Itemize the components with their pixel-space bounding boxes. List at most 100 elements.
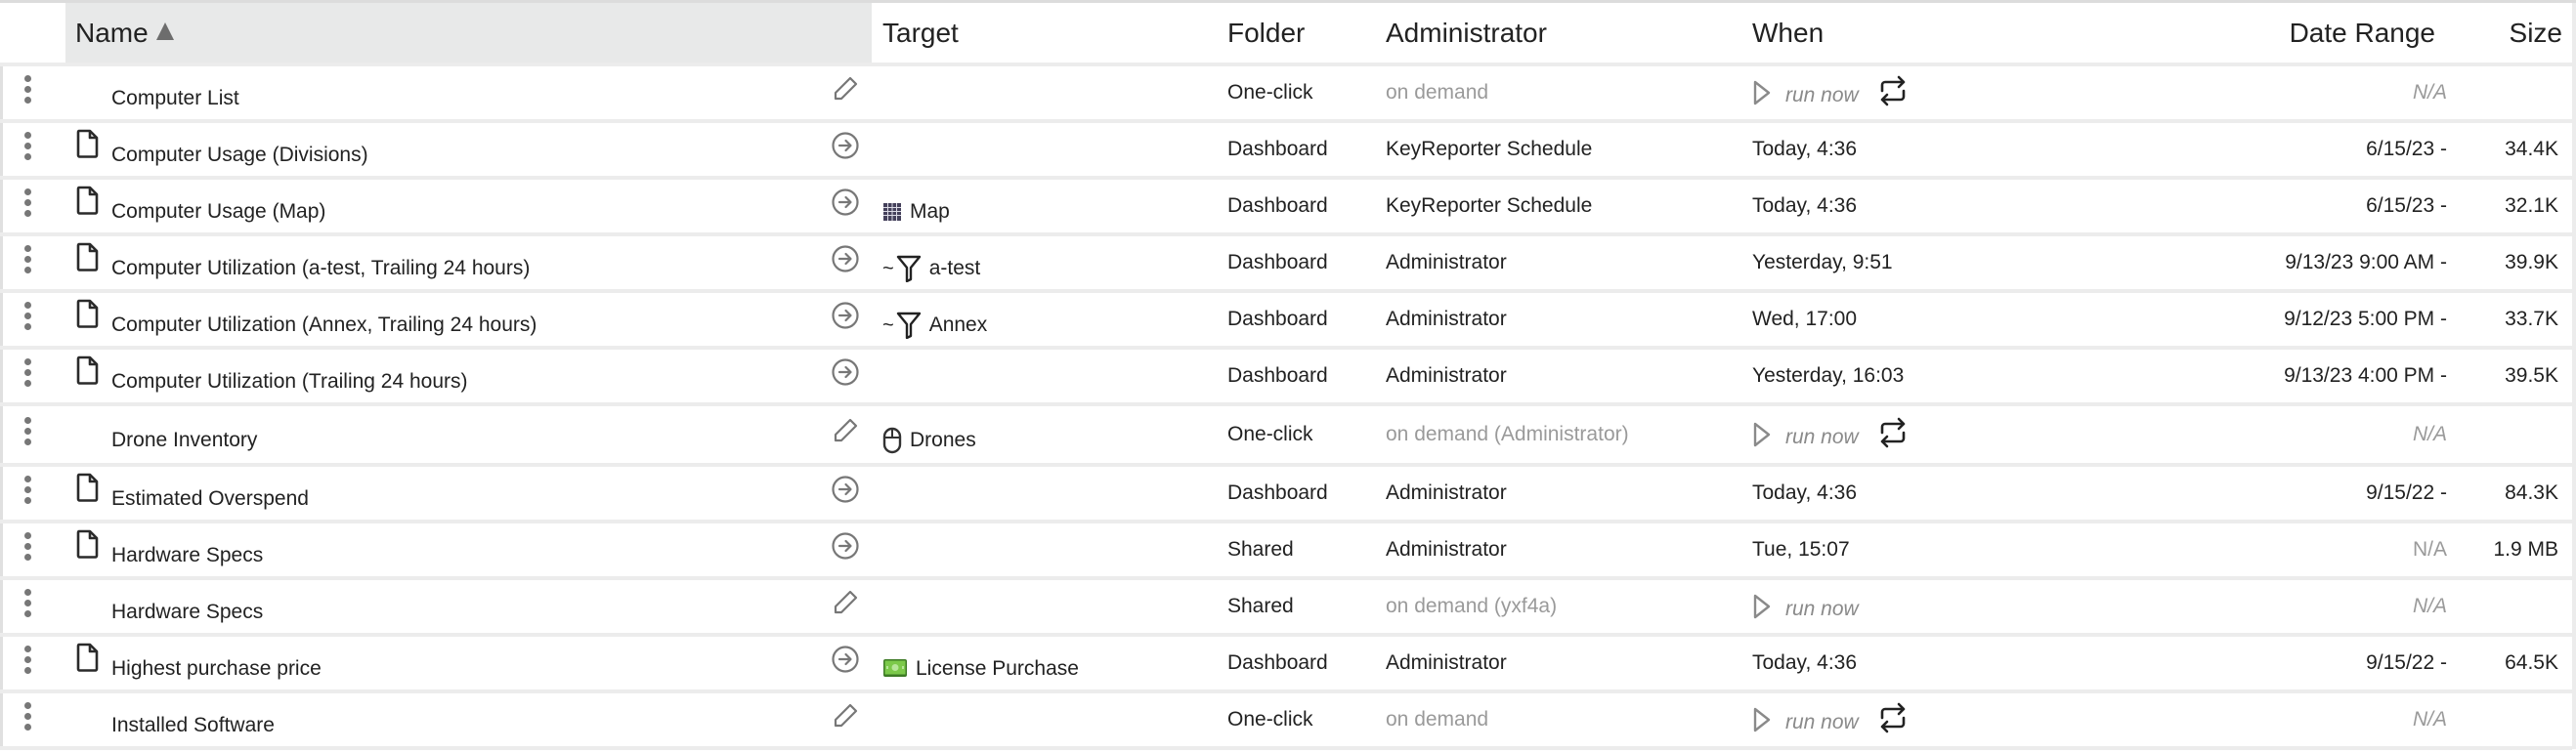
edit-button[interactable] xyxy=(826,689,865,742)
recurring-schedule-button[interactable] xyxy=(1878,417,1908,448)
row-menu-button[interactable] xyxy=(18,66,37,119)
kebab-menu-icon xyxy=(23,130,31,162)
run-now-button[interactable] xyxy=(1752,594,1772,619)
row-menu-button[interactable] xyxy=(18,523,37,576)
report-when: Yesterday, 9:51 xyxy=(1752,251,1893,273)
file-icon xyxy=(76,230,102,283)
edit-button[interactable] xyxy=(826,576,865,629)
pencil-icon xyxy=(834,590,858,614)
row-menu-button[interactable] xyxy=(18,123,37,176)
run-now-label[interactable]: run now xyxy=(1785,420,1859,449)
row-menu-button[interactable] xyxy=(18,293,37,346)
open-button[interactable] xyxy=(826,463,865,516)
report-folder: Dashboard xyxy=(1227,194,1328,217)
reports-table: Name Target Folder Administrator When Da… xyxy=(0,0,2576,750)
row-menu-button[interactable] xyxy=(18,467,37,520)
report-date-range: 9/12/23 5:00 PM - xyxy=(2284,308,2447,330)
report-when: Today, 4:36 xyxy=(1752,651,1858,674)
open-button[interactable] xyxy=(826,289,865,342)
run-now-button[interactable] xyxy=(1752,422,1772,447)
row-menu-button[interactable] xyxy=(18,406,37,463)
play-icon xyxy=(1753,594,1771,619)
edit-button[interactable] xyxy=(826,63,865,115)
row-menu-button[interactable] xyxy=(18,580,37,633)
row-menu-button[interactable] xyxy=(18,693,37,746)
arrow-circle-right-icon xyxy=(832,476,859,503)
run-now-button[interactable] xyxy=(1752,707,1772,732)
table-row[interactable]: Computer Utilization (Trailing 24 hours)… xyxy=(0,350,2572,406)
row-menu-button[interactable] xyxy=(18,637,37,689)
edit-button[interactable] xyxy=(826,402,865,459)
report-name[interactable]: Hardware Specs xyxy=(111,523,263,582)
open-button[interactable] xyxy=(826,633,865,686)
table-right-border xyxy=(2572,3,2576,749)
arrow-circle-right-icon xyxy=(832,188,859,216)
report-when: Today, 4:36 xyxy=(1752,481,1858,504)
open-button[interactable] xyxy=(826,232,865,285)
report-name[interactable]: Drone Inventory xyxy=(111,406,257,469)
run-now-button[interactable] xyxy=(1752,80,1772,105)
target-type-icon xyxy=(882,658,908,680)
pencil-icon xyxy=(834,703,858,728)
report-name[interactable]: Computer List xyxy=(111,66,239,125)
report-date-range: N/A xyxy=(2412,595,2447,617)
column-header-administrator[interactable]: Administrator xyxy=(1386,3,1547,63)
column-header-name[interactable]: Name xyxy=(75,3,174,63)
play-icon xyxy=(1753,707,1771,732)
table-body: Computer List One-click on demand run no… xyxy=(0,66,2572,750)
table-row[interactable]: Computer Usage (Map) Map Dashboard KeyRe… xyxy=(0,180,2572,236)
report-name[interactable]: Computer Utilization (Trailing 24 hours) xyxy=(111,350,468,408)
run-now-label[interactable]: run now xyxy=(1785,705,1859,734)
report-name[interactable]: Computer Utilization (Annex, Trailing 24… xyxy=(111,293,537,352)
table-row[interactable]: Computer Usage (Divisions) Dashboard Key… xyxy=(0,123,2572,180)
table-row[interactable]: Highest purchase price License Purchase … xyxy=(0,637,2572,693)
column-header-folder[interactable]: Folder xyxy=(1227,3,1305,63)
column-header-date-range[interactable]: Date Range xyxy=(2290,3,2435,63)
kebab-menu-icon xyxy=(23,300,31,332)
report-folder: One-click xyxy=(1227,423,1313,445)
row-menu-button[interactable] xyxy=(18,180,37,232)
open-button[interactable] xyxy=(826,520,865,572)
name-header-highlight xyxy=(65,3,872,63)
run-now-label[interactable]: run now xyxy=(1785,592,1859,621)
filter-icon xyxy=(896,255,921,282)
table-row[interactable]: Drone Inventory Drones One-click on dema… xyxy=(0,406,2572,467)
report-name[interactable]: Estimated Overspend xyxy=(111,467,309,525)
kebab-menu-icon xyxy=(23,415,31,447)
pencil-icon xyxy=(834,418,858,442)
column-header-target[interactable]: Target xyxy=(882,3,959,63)
row-menu-button[interactable] xyxy=(18,350,37,402)
report-size: 39.5K xyxy=(2505,364,2558,387)
report-when: Yesterday, 16:03 xyxy=(1752,364,1905,387)
column-header-when[interactable]: When xyxy=(1752,3,1824,63)
report-when: run now xyxy=(1752,693,1908,746)
report-size: 64.5K xyxy=(2505,651,2558,674)
recurring-schedule-button[interactable] xyxy=(1878,702,1908,733)
target-type-icon xyxy=(896,312,922,339)
open-button[interactable] xyxy=(826,119,865,172)
report-name[interactable]: Installed Software xyxy=(111,693,275,752)
table-row[interactable]: Computer List One-click on demand run no… xyxy=(0,66,2572,123)
table-row[interactable]: Computer Utilization (a-test, Trailing 2… xyxy=(0,236,2572,293)
table-row[interactable]: Estimated Overspend Dashboard Administra… xyxy=(0,467,2572,523)
table-row[interactable]: Hardware Specs Shared on demand (yxf4a) … xyxy=(0,580,2572,637)
report-name[interactable]: Hardware Specs xyxy=(111,580,263,639)
table-row[interactable]: Computer Utilization (Annex, Trailing 24… xyxy=(0,293,2572,350)
open-button[interactable] xyxy=(826,346,865,398)
row-menu-button[interactable] xyxy=(18,236,37,289)
table-row[interactable]: Installed Software One-click on demand r… xyxy=(0,693,2572,750)
arrow-circle-right-icon xyxy=(832,132,859,159)
report-name[interactable]: Highest purchase price xyxy=(111,637,322,695)
column-header-size[interactable]: Size xyxy=(2510,3,2562,63)
report-date-range: 9/13/23 9:00 AM - xyxy=(2285,251,2447,273)
recurring-schedule-button[interactable] xyxy=(1878,75,1908,106)
report-administrator: KeyReporter Schedule xyxy=(1386,194,1593,217)
report-administrator: Administrator xyxy=(1386,364,1507,387)
report-name[interactable]: Computer Usage (Map) xyxy=(111,180,325,238)
report-name[interactable]: Computer Usage (Divisions) xyxy=(111,123,368,182)
open-button[interactable] xyxy=(826,176,865,229)
table-row[interactable]: Hardware Specs Shared Administrator Tue,… xyxy=(0,523,2572,580)
report-folder: One-click xyxy=(1227,81,1313,104)
report-name[interactable]: Computer Utilization (a-test, Trailing 2… xyxy=(111,236,530,295)
run-now-label[interactable]: run now xyxy=(1785,78,1859,107)
